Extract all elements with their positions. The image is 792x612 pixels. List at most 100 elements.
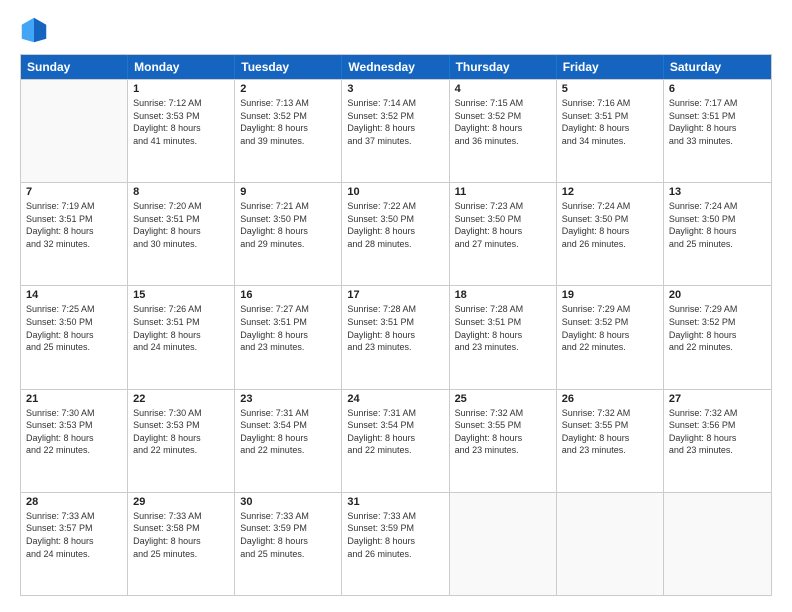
day-number: 12 <box>562 186 658 198</box>
daylight-text: Daylight: 8 hours <box>26 329 122 342</box>
daylight-text-2: and 22 minutes. <box>26 444 122 457</box>
sunrise-text: Sunrise: 7:24 AM <box>669 200 766 213</box>
daylight-text: Daylight: 8 hours <box>26 225 122 238</box>
page: SundayMondayTuesdayWednesdayThursdayFrid… <box>0 0 792 612</box>
calendar-cell: 19Sunrise: 7:29 AMSunset: 3:52 PMDayligh… <box>557 286 664 388</box>
daylight-text-2: and 39 minutes. <box>240 135 336 148</box>
daylight-text: Daylight: 8 hours <box>240 432 336 445</box>
sunset-text: Sunset: 3:50 PM <box>347 213 443 226</box>
calendar-cell: 20Sunrise: 7:29 AMSunset: 3:52 PMDayligh… <box>664 286 771 388</box>
day-number: 18 <box>455 289 551 301</box>
calendar-header-cell: Sunday <box>21 55 128 79</box>
sunrise-text: Sunrise: 7:28 AM <box>455 303 551 316</box>
sunset-text: Sunset: 3:50 PM <box>455 213 551 226</box>
sunrise-text: Sunrise: 7:25 AM <box>26 303 122 316</box>
daylight-text-2: and 23 minutes. <box>347 341 443 354</box>
day-number: 3 <box>347 83 443 95</box>
sunrise-text: Sunrise: 7:24 AM <box>562 200 658 213</box>
daylight-text: Daylight: 8 hours <box>455 329 551 342</box>
calendar-cell: 12Sunrise: 7:24 AMSunset: 3:50 PMDayligh… <box>557 183 664 285</box>
day-number: 4 <box>455 83 551 95</box>
calendar-cell <box>21 80 128 182</box>
sunset-text: Sunset: 3:55 PM <box>562 419 658 432</box>
calendar-header-cell: Saturday <box>664 55 771 79</box>
daylight-text-2: and 22 minutes. <box>240 444 336 457</box>
sunrise-text: Sunrise: 7:33 AM <box>26 510 122 523</box>
sunset-text: Sunset: 3:50 PM <box>240 213 336 226</box>
calendar-cell: 24Sunrise: 7:31 AMSunset: 3:54 PMDayligh… <box>342 390 449 492</box>
daylight-text: Daylight: 8 hours <box>669 432 766 445</box>
calendar-cell: 2Sunrise: 7:13 AMSunset: 3:52 PMDaylight… <box>235 80 342 182</box>
daylight-text: Daylight: 8 hours <box>133 122 229 135</box>
daylight-text-2: and 34 minutes. <box>562 135 658 148</box>
daylight-text-2: and 29 minutes. <box>240 238 336 251</box>
calendar-cell: 27Sunrise: 7:32 AMSunset: 3:56 PMDayligh… <box>664 390 771 492</box>
daylight-text-2: and 26 minutes. <box>562 238 658 251</box>
calendar-cell: 22Sunrise: 7:30 AMSunset: 3:53 PMDayligh… <box>128 390 235 492</box>
day-number: 21 <box>26 393 122 405</box>
calendar-row: 14Sunrise: 7:25 AMSunset: 3:50 PMDayligh… <box>21 285 771 388</box>
daylight-text-2: and 41 minutes. <box>133 135 229 148</box>
sunrise-text: Sunrise: 7:26 AM <box>133 303 229 316</box>
day-number: 7 <box>26 186 122 198</box>
daylight-text-2: and 22 minutes. <box>347 444 443 457</box>
calendar-cell: 4Sunrise: 7:15 AMSunset: 3:52 PMDaylight… <box>450 80 557 182</box>
sunrise-text: Sunrise: 7:19 AM <box>26 200 122 213</box>
daylight-text-2: and 36 minutes. <box>455 135 551 148</box>
day-number: 9 <box>240 186 336 198</box>
daylight-text: Daylight: 8 hours <box>133 535 229 548</box>
sunset-text: Sunset: 3:53 PM <box>26 419 122 432</box>
daylight-text-2: and 23 minutes. <box>455 341 551 354</box>
calendar-cell <box>557 493 664 595</box>
calendar-cell: 18 Sunrise: 7:28 AMSunset: 3:51 PMDayligh… <box>450 286 557 388</box>
day-number: 8 <box>133 186 229 198</box>
calendar-header-cell: Friday <box>557 55 664 79</box>
day-number: 25 <box>455 393 551 405</box>
calendar-cell: 25Sunrise: 7:32 AMSunset: 3:55 PMDayligh… <box>450 390 557 492</box>
sunset-text: Sunset: 3:51 PM <box>133 316 229 329</box>
day-number: 17 <box>347 289 443 301</box>
daylight-text: Daylight: 8 hours <box>455 432 551 445</box>
day-number: 15 <box>133 289 229 301</box>
day-number: 5 <box>562 83 658 95</box>
daylight-text: Daylight: 8 hours <box>240 225 336 238</box>
sunrise-text: Sunrise: 7:20 AM <box>133 200 229 213</box>
daylight-text: Daylight: 8 hours <box>240 122 336 135</box>
day-number: 14 <box>26 289 122 301</box>
calendar-cell: 16Sunrise: 7:27 AMSunset: 3:51 PMDayligh… <box>235 286 342 388</box>
daylight-text-2: and 22 minutes. <box>669 341 766 354</box>
daylight-text: Daylight: 8 hours <box>562 432 658 445</box>
sunset-text: Sunset: 3:51 PM <box>347 316 443 329</box>
sunrise-text: Sunrise: 7:15 AM <box>455 97 551 110</box>
calendar-cell: 3Sunrise: 7:14 AMSunset: 3:52 PMDaylight… <box>342 80 449 182</box>
daylight-text-2: and 23 minutes. <box>240 341 336 354</box>
calendar-header-cell: Thursday <box>450 55 557 79</box>
sunset-text: Sunset: 3:55 PM <box>455 419 551 432</box>
sunrise-text: Sunrise: 7:30 AM <box>26 407 122 420</box>
daylight-text-2: and 24 minutes. <box>26 548 122 561</box>
sunrise-text: Sunrise: 7:12 AM <box>133 97 229 110</box>
calendar-cell: 15Sunrise: 7:26 AMSunset: 3:51 PMDayligh… <box>128 286 235 388</box>
day-number: 6 <box>669 83 766 95</box>
daylight-text: Daylight: 8 hours <box>347 329 443 342</box>
calendar-cell: 28Sunrise: 7:33 AMSunset: 3:57 PMDayligh… <box>21 493 128 595</box>
day-number: 30 <box>240 496 336 508</box>
sunset-text: Sunset: 3:50 PM <box>669 213 766 226</box>
sunset-text: Sunset: 3:51 PM <box>455 316 551 329</box>
sunset-text: Sunset: 3:52 PM <box>562 316 658 329</box>
daylight-text: Daylight: 8 hours <box>133 225 229 238</box>
daylight-text-2: and 22 minutes. <box>133 444 229 457</box>
sunset-text: Sunset: 3:53 PM <box>133 110 229 123</box>
calendar-cell: 26Sunrise: 7:32 AMSunset: 3:55 PMDayligh… <box>557 390 664 492</box>
sunrise-text: Sunrise: 7:31 AM <box>347 407 443 420</box>
daylight-text: Daylight: 8 hours <box>562 225 658 238</box>
daylight-text: Daylight: 8 hours <box>26 535 122 548</box>
calendar-cell: 23Sunrise: 7:31 AMSunset: 3:54 PMDayligh… <box>235 390 342 492</box>
sunset-text: Sunset: 3:59 PM <box>347 522 443 535</box>
daylight-text-2: and 37 minutes. <box>347 135 443 148</box>
daylight-text: Daylight: 8 hours <box>26 432 122 445</box>
sunset-text: Sunset: 3:53 PM <box>133 419 229 432</box>
calendar-header-cell: Tuesday <box>235 55 342 79</box>
sunset-text: Sunset: 3:52 PM <box>455 110 551 123</box>
calendar-cell: 14Sunrise: 7:25 AMSunset: 3:50 PMDayligh… <box>21 286 128 388</box>
